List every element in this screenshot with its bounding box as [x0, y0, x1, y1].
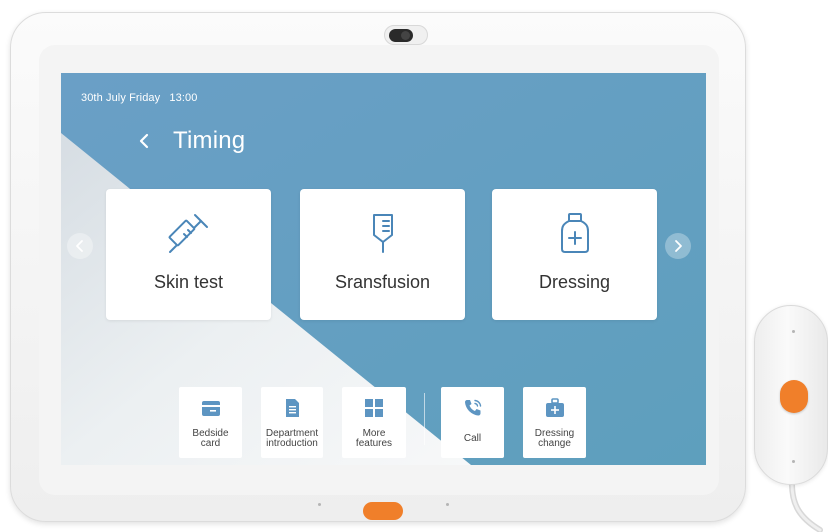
remote-cable — [789, 481, 823, 532]
nurse-call-remote — [754, 305, 828, 485]
remote-indicator-dot — [792, 330, 795, 333]
remote-indicator-dot — [792, 460, 795, 463]
nurse-call-button[interactable] — [780, 380, 808, 413]
